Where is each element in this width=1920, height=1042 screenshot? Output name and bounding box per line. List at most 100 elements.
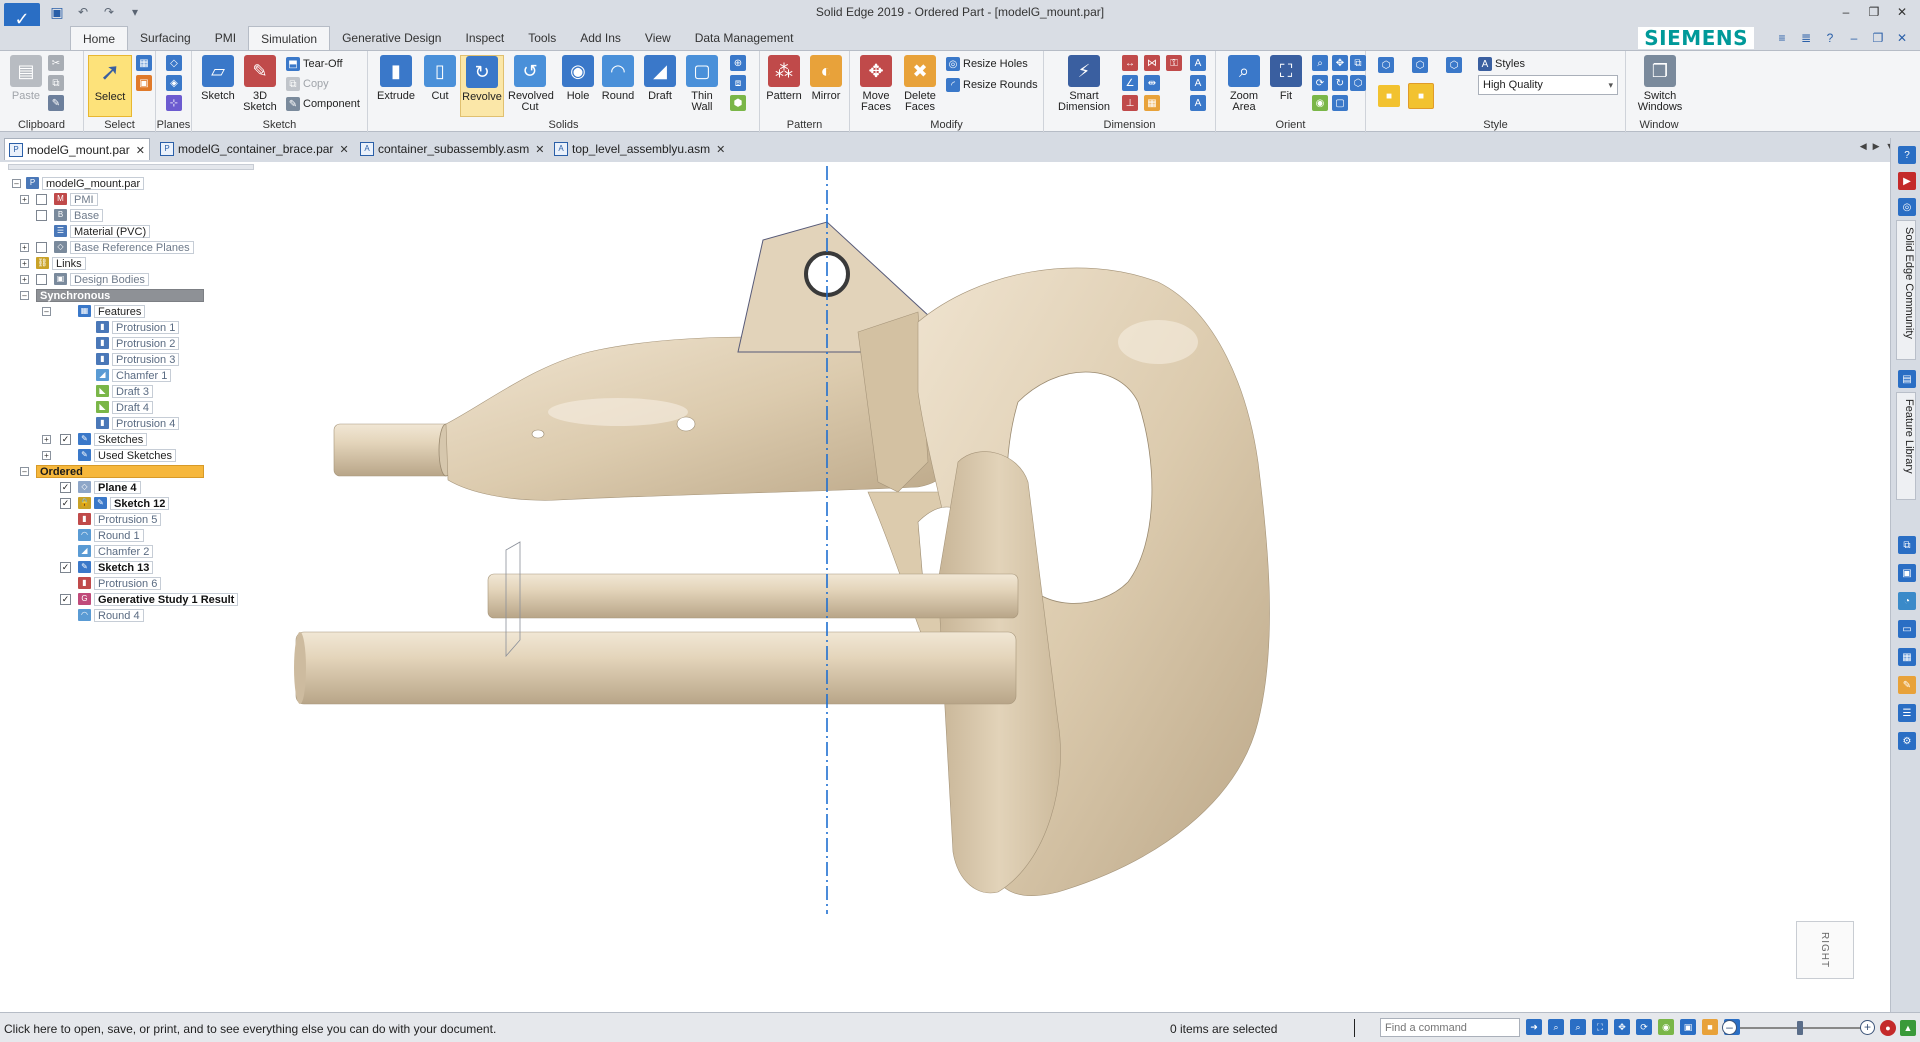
move-faces-button[interactable]: ✥ Move Faces bbox=[854, 55, 898, 113]
tab-inspect[interactable]: Inspect bbox=[453, 26, 516, 50]
feature-library-tab[interactable]: Feature Library bbox=[1896, 392, 1916, 500]
resize-holes-button[interactable]: ◎ Resize Holes bbox=[946, 57, 1028, 71]
collapse-icon[interactable]: – bbox=[42, 307, 51, 316]
3d-sketch-button[interactable]: ✎ 3D Sketch bbox=[238, 55, 282, 113]
spin-icon[interactable]: ↻ bbox=[1332, 75, 1348, 91]
layers-icon[interactable]: ⧉ bbox=[1898, 536, 1916, 554]
thin-wall-button[interactable]: ▢ Thin Wall bbox=[680, 55, 724, 113]
collapse-icon[interactable]: – bbox=[20, 467, 29, 476]
emboss-icon[interactable]: ⬢ bbox=[730, 95, 746, 111]
help-icon[interactable]: ? bbox=[1822, 30, 1838, 46]
tab-surfacing[interactable]: Surfacing bbox=[128, 26, 203, 50]
doc-close-icon[interactable]: ✕ bbox=[1894, 30, 1910, 46]
tools-icon[interactable]: ✎ bbox=[1898, 676, 1916, 694]
close-tab-icon[interactable]: ✕ bbox=[535, 144, 544, 156]
help-icon[interactable]: ? bbox=[1898, 146, 1916, 164]
expand-icon[interactable]: + bbox=[20, 243, 29, 252]
text-a-icon[interactable]: A bbox=[1190, 55, 1206, 71]
tab-simulation[interactable]: Simulation bbox=[248, 26, 331, 50]
tab-add-ins[interactable]: Add Ins bbox=[568, 26, 633, 50]
round-button[interactable]: ◠ Round bbox=[596, 55, 640, 102]
collapse-icon[interactable]: – bbox=[20, 291, 29, 300]
common-views-icon[interactable]: ⬡ bbox=[1350, 75, 1366, 91]
text-size-icon[interactable]: A bbox=[1190, 95, 1206, 111]
thicken-icon[interactable]: ⧈ bbox=[730, 75, 746, 91]
constraint-icon[interactable]: ⚿ bbox=[1166, 55, 1182, 71]
view-iso-icon[interactable]: ⬡ bbox=[1378, 57, 1394, 73]
expand-icon[interactable]: + bbox=[42, 435, 51, 444]
appearance-icon[interactable]: ◔ bbox=[1898, 592, 1916, 610]
lower-rod[interactable] bbox=[295, 631, 1017, 705]
feature-library-icon[interactable]: ▤ bbox=[1898, 370, 1916, 388]
tab-view[interactable]: View bbox=[633, 26, 683, 50]
fit-status-icon[interactable]: ⛶ bbox=[1592, 1019, 1608, 1035]
expand-icon[interactable]: + bbox=[42, 451, 51, 460]
expand-icon[interactable]: + bbox=[20, 259, 29, 268]
coincident-plane-icon[interactable]: ◈ bbox=[166, 75, 182, 91]
switch-windows-button[interactable]: ❐ Switch Windows bbox=[1632, 55, 1688, 113]
copy-clipboard-icon[interactable]: ⧉ bbox=[48, 75, 64, 91]
tab-home[interactable]: Home bbox=[70, 26, 129, 50]
revolve-button[interactable]: ↻ Revolve bbox=[460, 55, 504, 117]
view-hidden-icon[interactable]: ⬡ bbox=[1446, 57, 1462, 73]
add-body-icon[interactable]: ⊕ bbox=[730, 55, 746, 71]
collapse-icon[interactable]: – bbox=[12, 179, 21, 188]
doc-minimize-icon[interactable]: – bbox=[1846, 30, 1862, 46]
close-button[interactable]: ✕ bbox=[1890, 2, 1914, 22]
previous-view-icon[interactable]: ⧉ bbox=[1350, 55, 1366, 71]
youtube-icon[interactable]: ▶ bbox=[1898, 172, 1916, 190]
visibility-checkbox[interactable] bbox=[36, 210, 47, 221]
render-quality-select[interactable]: High Quality ▾ bbox=[1478, 75, 1618, 95]
resize-rounds-button[interactable]: ◜ Resize Rounds bbox=[946, 78, 1038, 92]
ribbon-layout-icon[interactable]: ≣ bbox=[1798, 30, 1814, 46]
sketch-view-status-icon[interactable]: ◉ bbox=[1658, 1019, 1674, 1035]
minimize-button[interactable]: – bbox=[1834, 2, 1858, 22]
color-manager-icon[interactable]: ▦ bbox=[1898, 648, 1916, 666]
variable-table-icon[interactable]: ▦ bbox=[1144, 95, 1160, 111]
doc-tab-modelg-mount[interactable]: P modelG_mount.par ✕ bbox=[4, 138, 150, 160]
distance-icon[interactable]: ↔ bbox=[1122, 55, 1138, 71]
tab-pmi[interactable]: PMI bbox=[203, 26, 248, 50]
visibility-checkbox[interactable] bbox=[36, 242, 47, 253]
tear-off-button[interactable]: ⬒ Tear-Off bbox=[286, 57, 343, 71]
styles-button[interactable]: A Styles bbox=[1478, 57, 1525, 71]
tab-tools[interactable]: Tools bbox=[516, 26, 568, 50]
zoom-slider[interactable] bbox=[1740, 1027, 1866, 1029]
sketch-view-icon[interactable]: ▢ bbox=[1332, 95, 1348, 111]
smart-dimension-button[interactable]: ⚡ Smart Dimension bbox=[1054, 55, 1114, 113]
relate-icon[interactable]: ⋈ bbox=[1144, 55, 1160, 71]
coordinate-system-icon[interactable]: ⊹ bbox=[166, 95, 182, 111]
symmetric-icon[interactable]: ⇹ bbox=[1144, 75, 1160, 91]
select-box-icon[interactable]: ▣ bbox=[136, 75, 152, 91]
visibility-checkbox[interactable]: ✓ bbox=[60, 594, 71, 605]
format-painter-icon[interactable]: ✎ bbox=[48, 95, 64, 111]
draft-button[interactable]: ◢ Draft bbox=[638, 55, 682, 102]
angle-icon[interactable]: ∠ bbox=[1122, 75, 1138, 91]
pan-status-icon[interactable]: ✥ bbox=[1614, 1019, 1630, 1035]
visibility-checkbox[interactable]: ✓ bbox=[60, 434, 71, 445]
doc-restore-icon[interactable]: ❐ bbox=[1870, 30, 1886, 46]
pathfinder-scrollbar[interactable] bbox=[8, 164, 254, 170]
visibility-checkbox[interactable]: ✓ bbox=[60, 498, 71, 509]
paste-button[interactable]: ▤ Paste bbox=[4, 55, 48, 102]
select-filter-icon[interactable]: ▦ bbox=[136, 55, 152, 71]
zoom-out-icon[interactable]: – bbox=[1722, 1020, 1737, 1035]
pattern-button[interactable]: ⁂ Pattern bbox=[762, 55, 806, 102]
upload-icon[interactable]: ▲ bbox=[1900, 1020, 1916, 1036]
go-icon[interactable]: ➜ bbox=[1526, 1019, 1542, 1035]
doc-tab-container-brace[interactable]: P modelG_container_brace.par ✕ bbox=[156, 138, 349, 160]
mirror-button[interactable]: ◐ Mirror bbox=[804, 55, 848, 102]
zoom-status-icon[interactable]: ⌕ bbox=[1570, 1019, 1586, 1035]
shaded-icon[interactable]: ■ bbox=[1378, 85, 1400, 107]
zoom-icon[interactable]: ⌕ bbox=[1312, 55, 1328, 71]
hole-button[interactable]: ◉ Hole bbox=[556, 55, 600, 102]
coordinate-icon[interactable]: ⊥ bbox=[1122, 95, 1138, 111]
extrude-button[interactable]: ▮ Extrude bbox=[374, 55, 418, 102]
expand-icon[interactable]: + bbox=[20, 195, 29, 204]
status-hint[interactable]: Click here to open, save, or print, and … bbox=[4, 1022, 496, 1036]
cut-clipboard-icon[interactable]: ✂ bbox=[48, 55, 64, 71]
select-button[interactable]: ➚ Select bbox=[88, 55, 132, 117]
expand-icon[interactable]: + bbox=[20, 275, 29, 284]
component-button[interactable]: ✎ Component bbox=[286, 97, 360, 111]
rotate-icon[interactable]: ⟳ bbox=[1312, 75, 1328, 91]
